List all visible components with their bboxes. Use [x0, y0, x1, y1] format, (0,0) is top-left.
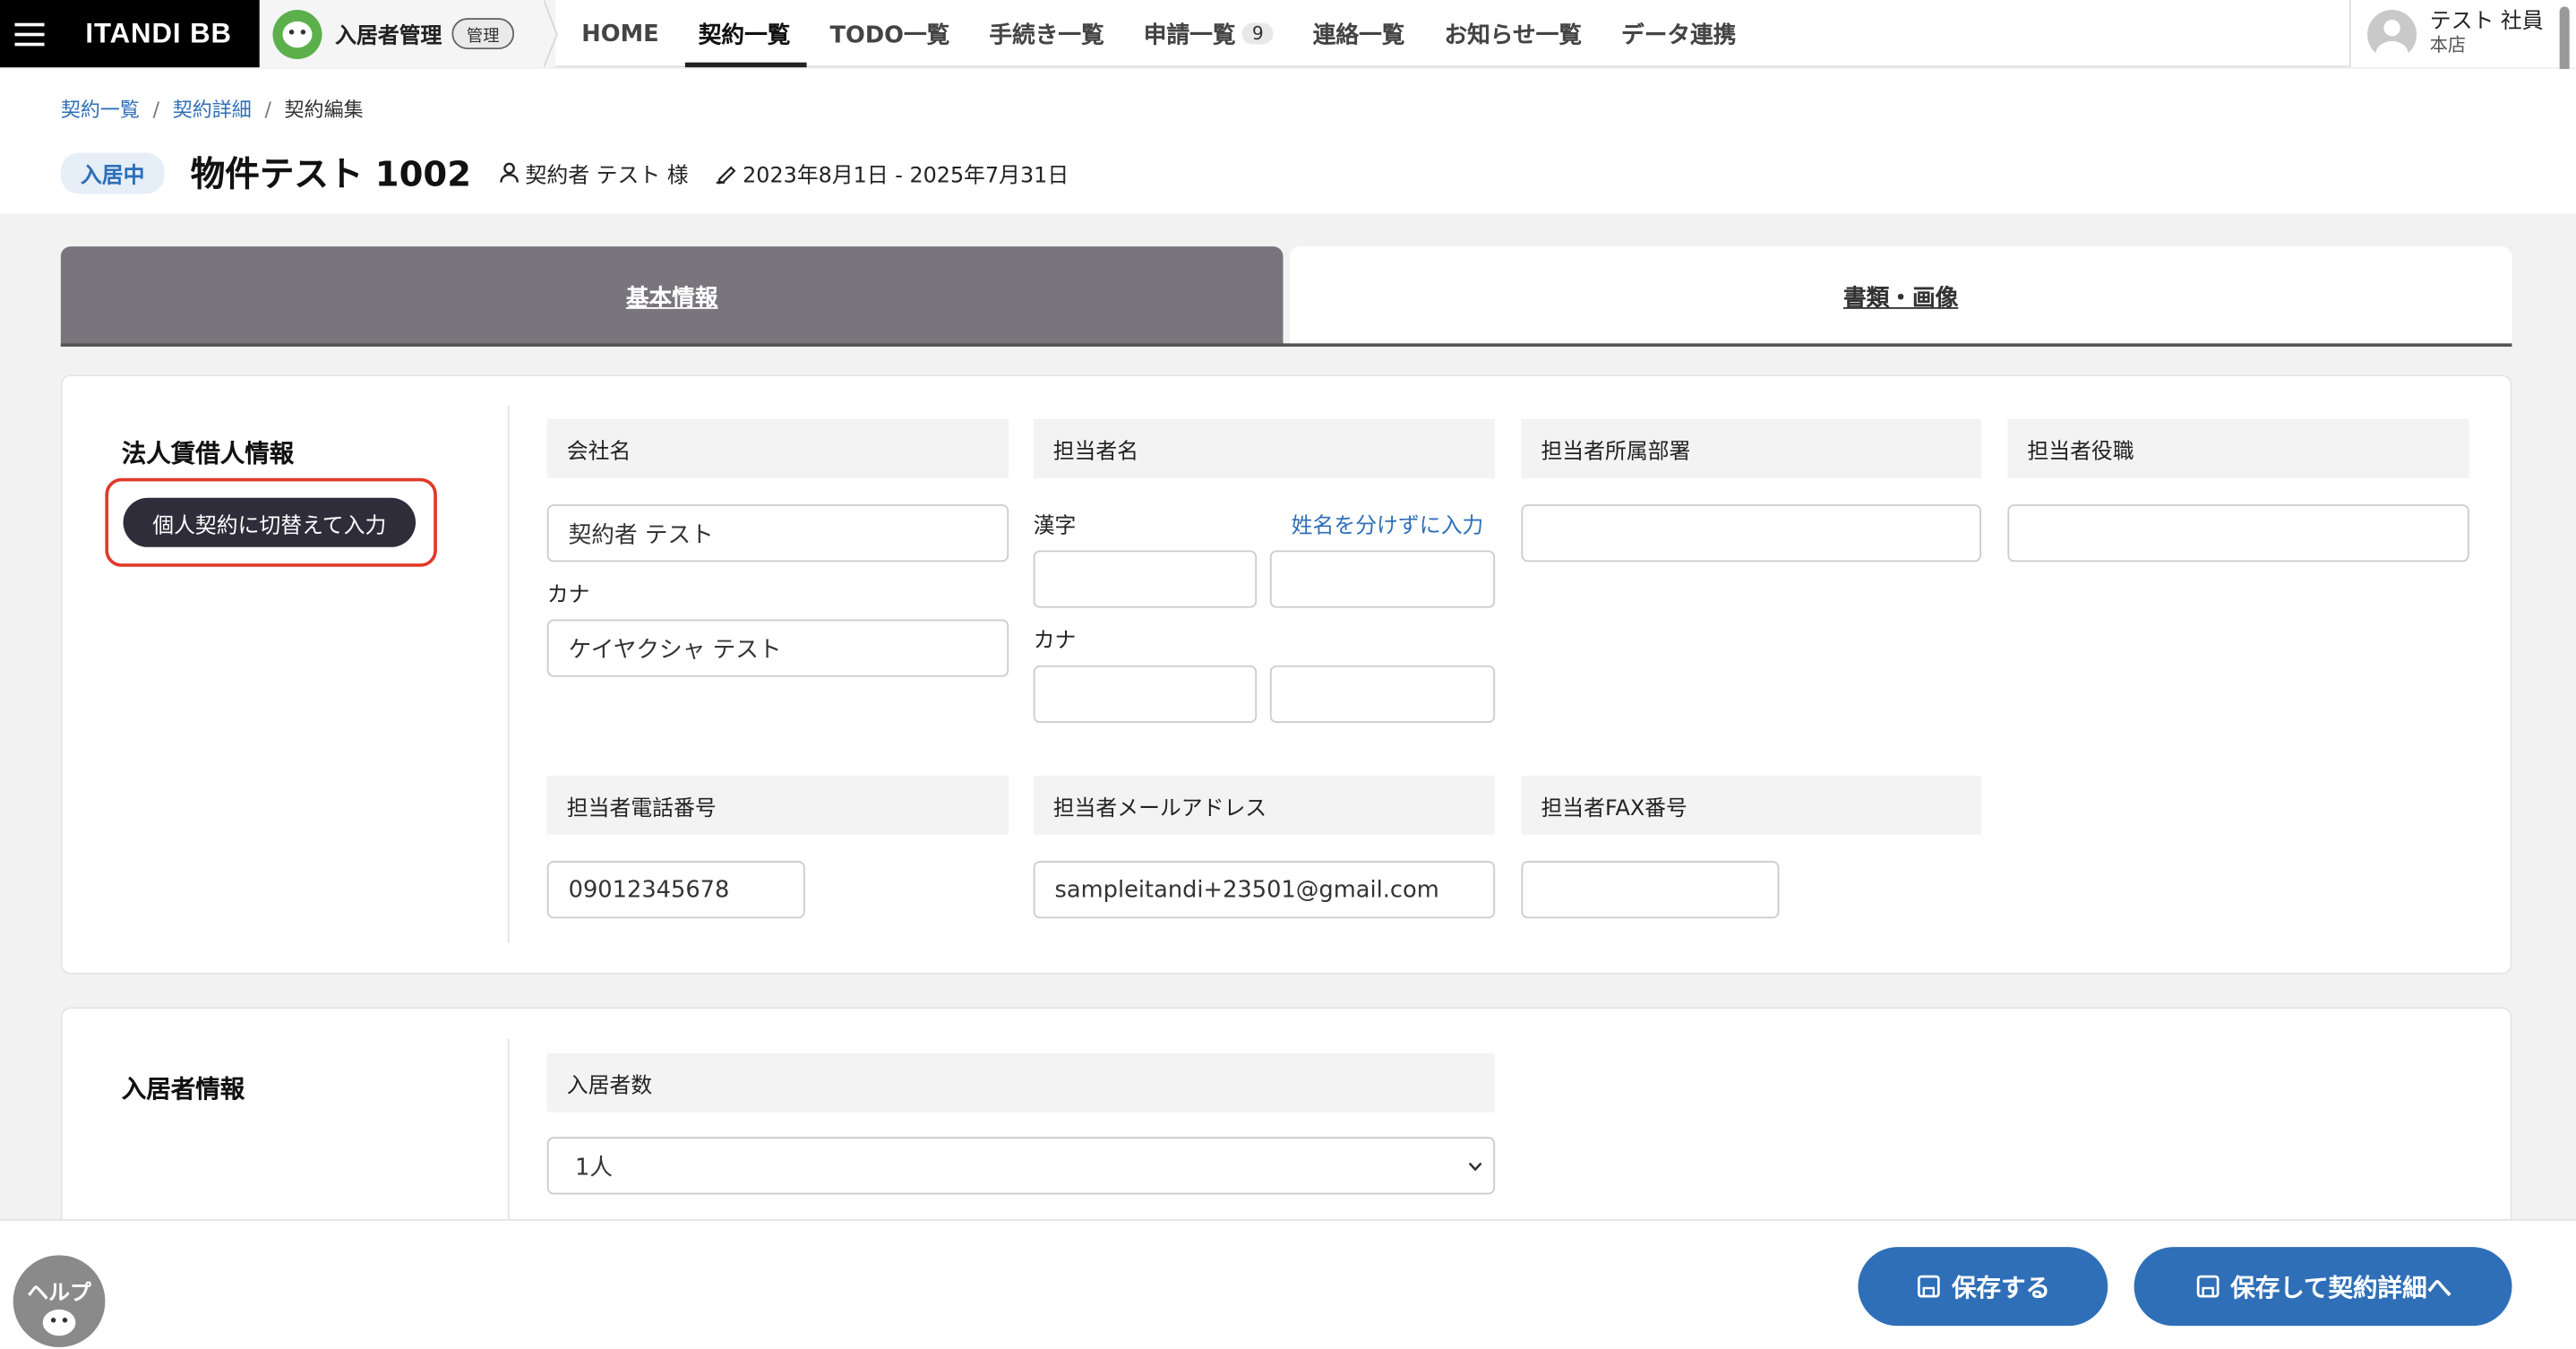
breadcrumb-link-contracts[interactable]: 契約一覧 [61, 95, 140, 123]
person-first-kana-input[interactable] [1269, 665, 1496, 724]
nav-label: 手続き一覧 [989, 21, 1104, 49]
resident-count-header: 入居者数 [546, 1053, 1496, 1113]
no-split-name-link[interactable]: 姓名を分けずに入力 [1292, 508, 1484, 539]
chevron-down-icon [1468, 1162, 1482, 1172]
title-row: 入居中 物件テスト 1002 契約者 テスト 様 2023年8月1日 - 202… [60, 148, 1069, 197]
phone-header: 担当者電話番号 [546, 775, 1009, 835]
main-nav: HOME 契約一覧 TODO一覧 手続き一覧 申請一覧 9 連絡一覧 お知らせ一覧… [562, 0, 1756, 68]
brand-area: ITANDI BB [0, 0, 260, 68]
contract-period: 2023年8月1日 - 2025年7月31日 [743, 163, 1069, 189]
person-last-name-input[interactable] [1033, 550, 1258, 608]
section-title-resident: 入居者情報 [121, 1074, 245, 1104]
nav-label: 連絡一覧 [1312, 21, 1405, 49]
app-window: ITANDI BB 入居者管理 管理 HOME 契約一覧 TODO一覧 手続き一… [0, 0, 2576, 1349]
nav-label: HOME [581, 20, 659, 47]
kanji-label: 漢字 [1033, 514, 1077, 539]
period-info: 2023年8月1日 - 2025年7月31日 [715, 157, 1069, 188]
tab-underline [60, 343, 2512, 348]
user-name: テスト 社員 [2429, 10, 2544, 36]
nav-label: お知らせ一覧 [1444, 21, 1583, 49]
product-divider [544, 0, 558, 68]
nav-label: 契約一覧 [698, 21, 791, 49]
email-input[interactable]: sampleitandi+23501@gmail.com [1033, 861, 1496, 919]
breadcrumb: 契約一覧 / 契約詳細 / 契約編集 [61, 95, 364, 123]
nav-label: 申請一覧 [1143, 21, 1236, 49]
status-badge: 入居中 [60, 151, 165, 193]
save-icon [2196, 1275, 2220, 1298]
mascot-icon [272, 9, 322, 59]
person-last-kana-input[interactable] [1033, 665, 1258, 724]
fax-input[interactable] [1521, 861, 1780, 919]
resident-count-select[interactable]: 1人 [546, 1137, 1496, 1195]
resident-count-value: 1人 [574, 1154, 614, 1181]
nav-item-todo[interactable]: TODO一覧 [810, 0, 969, 67]
nav-item-applications[interactable]: 申請一覧 9 [1124, 0, 1293, 67]
section-divider [507, 406, 510, 943]
logo: ITANDI BB [85, 17, 232, 49]
nav-label: データ連携 [1621, 21, 1737, 49]
switch-to-individual-button[interactable]: 個人契約に切替えて入力 [123, 497, 416, 547]
dept-header: 担当者所属部署 [1521, 418, 1982, 478]
breadcrumb-separator: / [264, 98, 271, 121]
switch-highlight: 個人契約に切替えて入力 [105, 477, 437, 567]
position-header: 担当者役職 [2007, 418, 2469, 478]
pen-icon [716, 166, 736, 185]
product-badge: 管理 [451, 18, 515, 50]
page-header: 契約一覧 / 契約詳細 / 契約編集 入居中 物件テスト 1002 契約者 テス… [0, 69, 2576, 214]
company-kana-input[interactable]: ケイヤクシャ テスト [546, 619, 1009, 677]
email-header: 担当者メールアドレス [1033, 775, 1496, 835]
person-name-header: 担当者名 [1033, 418, 1496, 478]
nav-item-home[interactable]: HOME [562, 0, 678, 67]
breadcrumb-link-detail[interactable]: 契約詳細 [173, 95, 252, 123]
position-input[interactable] [2007, 504, 2469, 563]
person-kana-label: カナ [1033, 629, 1077, 655]
user-store: 本店 [2429, 33, 2467, 56]
save-and-detail-button[interactable]: 保存して契約詳細へ [2134, 1247, 2512, 1327]
nav-item-procedures[interactable]: 手続き一覧 [969, 0, 1123, 67]
user-text: テスト 社員 本店 [2429, 10, 2544, 56]
help-button[interactable]: ヘルプ [13, 1255, 106, 1348]
action-bar: 保存する 保存して契約詳細へ [0, 1218, 2576, 1349]
help-mascot-icon [42, 1309, 76, 1336]
nav-count-badge: 9 [1241, 22, 1274, 45]
person-first-name-input[interactable] [1269, 550, 1496, 608]
product-switcher[interactable]: 入居者管理 管理 [259, 0, 555, 68]
company-name-input[interactable]: 契約者 テスト [546, 504, 1009, 563]
save-button-label: 保存する [1951, 1272, 2051, 1302]
save-and-detail-label: 保存して契約詳細へ [2230, 1272, 2452, 1302]
help-label: ヘルプ [27, 1281, 91, 1307]
nav-item-contacts[interactable]: 連絡一覧 [1293, 0, 1425, 67]
save-button[interactable]: 保存する [1858, 1247, 2108, 1327]
menu-icon[interactable] [0, 0, 59, 67]
dept-input[interactable] [1521, 504, 1982, 563]
nav-label: TODO一覧 [829, 21, 950, 49]
nav-item-contracts[interactable]: 契約一覧 [679, 0, 811, 68]
user-menu[interactable]: テスト 社員 本店 [2348, 0, 2576, 68]
breadcrumb-current: 契約編集 [284, 99, 364, 122]
tab-documents[interactable]: 書類・画像 [1289, 246, 2512, 348]
nav-item-data-link[interactable]: データ連携 [1601, 0, 1756, 67]
top-nav: ITANDI BB 入居者管理 管理 HOME 契約一覧 TODO一覧 手続き一… [0, 0, 2576, 68]
phone-input[interactable]: 09012345678 [546, 861, 805, 919]
nav-item-notices[interactable]: お知らせ一覧 [1424, 0, 1601, 67]
company-name-header: 会社名 [546, 418, 1009, 478]
product-name: 入居者管理 [335, 24, 442, 50]
breadcrumb-separator: / [152, 98, 160, 121]
tab-basic-info[interactable]: 基本情報 [60, 246, 1284, 348]
person-icon [499, 162, 519, 183]
avatar-icon [2367, 9, 2417, 59]
contractor-info: 契約者 テスト 様 [497, 157, 689, 189]
save-icon [1917, 1275, 1940, 1298]
page-title: 物件テスト 1002 [190, 154, 472, 194]
contractor-name: 契約者 テスト 様 [525, 163, 689, 189]
section-title-corporate: 法人賃借人情報 [121, 438, 295, 468]
corporate-tenant-card: 法人賃借人情報 個人契約に切替えて入力 会社名 契約者 テスト カナ ケイヤクシ… [60, 374, 2512, 975]
fax-header: 担当者FAX番号 [1521, 775, 1982, 835]
company-kana-label: カナ [546, 583, 590, 608]
